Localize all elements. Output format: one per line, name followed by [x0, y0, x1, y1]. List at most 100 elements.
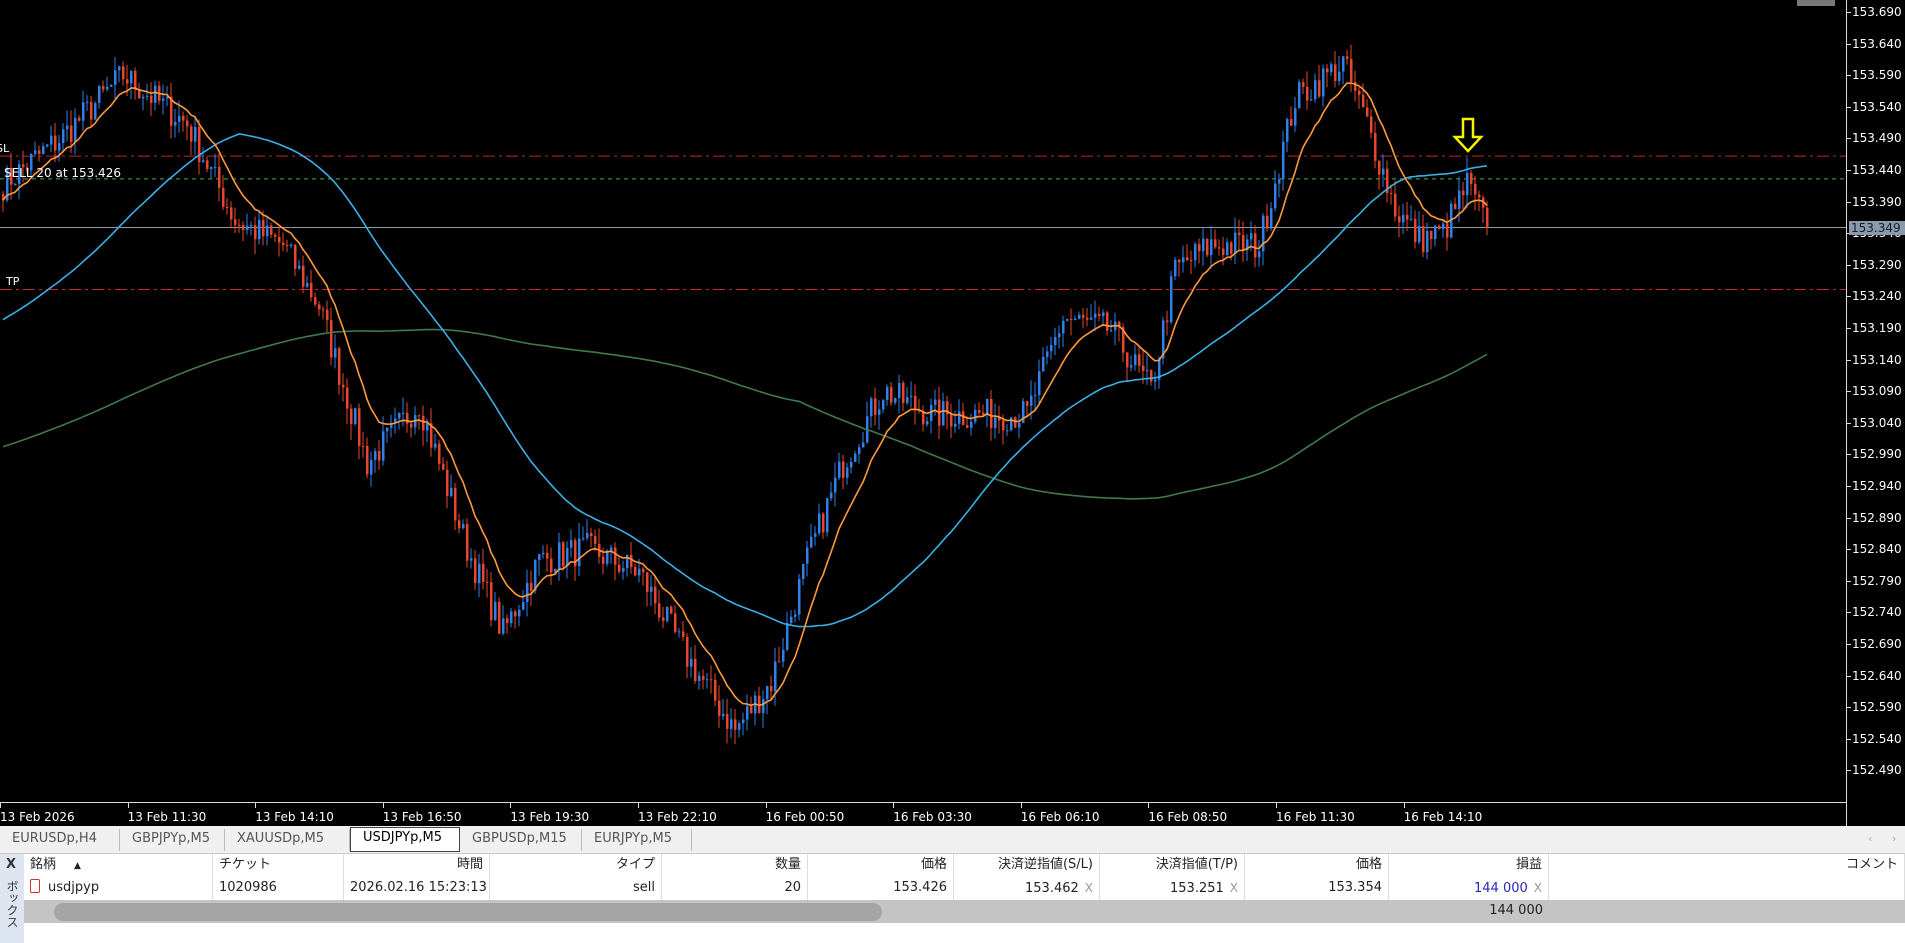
bear-candle [314, 297, 317, 305]
bull-candle [1458, 190, 1461, 209]
bear-candle [1138, 354, 1141, 366]
tab-gbpusdp-m15[interactable]: GBPUSDp,M15 [460, 829, 582, 851]
bull-candle [1054, 337, 1057, 346]
column-header-label: 時間 [456, 857, 483, 872]
chart-canvas[interactable] [0, 0, 1846, 803]
bull-candle [258, 220, 261, 240]
remove-profit-button[interactable]: X [1534, 881, 1542, 895]
bear-candle [1478, 194, 1481, 198]
column-header[interactable]: 数量 [662, 854, 808, 877]
bear-candle [1486, 207, 1489, 228]
bull-candle [398, 413, 401, 419]
current-price-label: 153.349 [1849, 220, 1905, 235]
column-header[interactable]: 時間 [344, 854, 490, 877]
symbol-value: usdjpyp [48, 880, 100, 895]
column-header[interactable]: 決済指値(T/P) [1100, 854, 1245, 877]
bear-candle [1166, 320, 1169, 323]
tab-eurjpyp-m5[interactable]: EURJPYp,M5 [582, 829, 692, 851]
bull-candle [106, 86, 109, 90]
bull-candle [722, 713, 725, 717]
remove-tp-button[interactable]: X [1230, 881, 1238, 895]
cell-time: 2026.02.16 15:23:13 [344, 877, 490, 900]
time-axis[interactable]: 13 Feb 2026 13 Feb 11:30 13 Feb 14:10 13 Fe… [0, 803, 1846, 826]
bear-candle [498, 601, 501, 634]
price-tick: 153.590 [1847, 69, 1902, 81]
bear-candle [770, 686, 773, 692]
bull-candle [766, 686, 769, 700]
bear-candle [322, 309, 325, 311]
bull-candle [98, 86, 101, 104]
bull-candle [638, 568, 641, 576]
bull-candle [782, 649, 785, 662]
bear-candle [486, 581, 489, 583]
column-header[interactable]: タイプ [490, 854, 662, 877]
remove-sl-button[interactable]: X [1085, 881, 1093, 895]
bull-candle [706, 679, 709, 681]
bear-candle [438, 443, 441, 464]
bull-candle [1466, 172, 1469, 196]
bear-candle [1142, 365, 1145, 371]
bear-candle [1126, 352, 1129, 368]
table-row[interactable]: usdjpyp 1020986 2026.02.16 15:23:13 sell 20 1… [24, 877, 1905, 900]
bear-candle [226, 206, 229, 208]
bear-candle [1098, 313, 1101, 316]
bear-candle [442, 463, 445, 470]
column-header[interactable]: 損益 [1389, 854, 1549, 877]
time-tick: 16 Feb 14:10 [1403, 803, 1483, 824]
cell-sl: 153.462 X [954, 877, 1100, 900]
price-tick: 152.740 [1847, 606, 1902, 618]
price-chart[interactable]: SL SELL 20 at 153.426 TP [0, 0, 1846, 803]
bear-candle [642, 568, 645, 573]
bear-candle [562, 542, 565, 567]
volume-value: 20 [784, 880, 801, 895]
bull-candle [1154, 379, 1157, 382]
bear-candle [734, 719, 737, 730]
cell-ticket: 1020986 [213, 877, 344, 900]
tab-usdjpyp-m5[interactable]: USDJPYp,M5 [350, 827, 460, 852]
bear-candle [1082, 314, 1085, 318]
bear-candle [362, 445, 365, 447]
tab-eurusdp-h4[interactable]: EURUSDp,H4 [0, 829, 120, 851]
bull-candle [1066, 318, 1069, 321]
bear-candle [318, 304, 321, 310]
bull-candle [810, 536, 813, 548]
bear-candle [1378, 160, 1381, 175]
bear-candle [902, 382, 905, 404]
column-header[interactable]: コメント [1549, 854, 1905, 877]
bear-candle [594, 536, 597, 544]
price-value: 153.354 [1328, 880, 1382, 895]
price-axis[interactable]: 153.690 153.640 153.590 153.540 153.490 153.4… [1846, 0, 1905, 826]
column-header[interactable]: 決済逆指値(S/L) [954, 854, 1100, 877]
price-tick: 153.240 [1847, 290, 1902, 302]
bull-candle [290, 244, 293, 246]
column-header-label: 決済指値(T/P) [1155, 857, 1238, 872]
tab-gbpjpyp-m5[interactable]: GBPJPYp,M5 [120, 829, 225, 851]
tab-xauusdp-m5[interactable]: XAUUSDp,M5 [225, 829, 350, 851]
column-header[interactable]: 銘柄 ▲ [24, 854, 213, 877]
bull-candle [1342, 56, 1345, 72]
bull-candle [1286, 119, 1289, 142]
column-header[interactable]: 価格 [1245, 854, 1389, 877]
close-toolbox-button[interactable]: X [6, 857, 16, 872]
bull-candle [542, 552, 545, 555]
bear-candle [1026, 401, 1029, 406]
price-tick: 153.690 [1847, 6, 1902, 18]
bull-candle [986, 398, 989, 416]
column-header[interactable]: 価格 [808, 854, 954, 877]
bear-candle [1218, 247, 1221, 249]
chart-scroll-thumb[interactable] [1797, 0, 1835, 6]
bear-candle [262, 220, 265, 237]
tab-scroll-left-icon[interactable]: ‹ [1868, 832, 1872, 845]
column-header[interactable]: チケット [213, 854, 344, 877]
bear-candle [198, 127, 201, 163]
bull-candle [878, 409, 881, 415]
bull-candle [142, 96, 145, 99]
tp-value: 153.251 [1170, 881, 1224, 896]
bear-candle [1334, 64, 1337, 81]
bear-candle [186, 120, 189, 127]
bull-candle [154, 85, 157, 103]
column-header-label: 損益 [1515, 857, 1542, 872]
bull-candle [1090, 317, 1093, 320]
type-value: sell [633, 880, 655, 895]
tab-scroll-right-icon[interactable]: › [1892, 832, 1896, 845]
